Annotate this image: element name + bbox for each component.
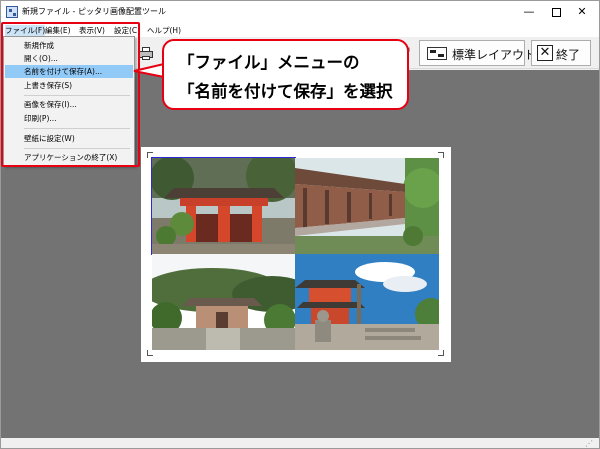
resize-grip-icon[interactable]: ⋰	[585, 439, 593, 448]
hillside-temple-photo[interactable]	[152, 254, 295, 350]
app-window: 新規ファイル - ピッタリ画像配置ツール — ✕ ファイル(F) 編集(E) 表…	[0, 0, 600, 449]
standard-layout-label: 標準レイアウト	[452, 48, 537, 62]
callout-line-2: 「名前を付けて保存」を選択	[178, 82, 393, 101]
menu-help[interactable]: ヘルプ(H)	[147, 25, 181, 36]
exit-label: 終了	[556, 48, 581, 62]
maximize-icon	[551, 7, 561, 17]
printer-icon	[139, 47, 153, 61]
app-icon	[6, 6, 18, 18]
close-icon: ✕	[577, 5, 587, 18]
pagoda-temple-photo[interactable]	[295, 254, 439, 350]
standard-layout-button[interactable]: 標準レイアウト	[419, 40, 536, 66]
exit-icon: ✕	[537, 45, 553, 61]
exit-button[interactable]: ✕ 終了	[531, 40, 591, 66]
layout-icon	[427, 47, 447, 60]
window-title: 新規ファイル - ピッタリ画像配置ツール	[22, 7, 166, 16]
menu-highlight-frame	[1, 22, 140, 167]
crop-mark	[147, 350, 153, 356]
temple-corridor-photo[interactable]	[295, 158, 439, 254]
minimize-icon: —	[523, 5, 535, 18]
callout-line-1: 「ファイル」メニューの	[178, 53, 360, 72]
crop-mark	[438, 350, 444, 356]
callout-box: 「ファイル」メニューの 「名前を付けて保存」を選択	[162, 39, 409, 110]
vermilion-gate-photo[interactable]	[151, 157, 296, 255]
status-bar	[1, 438, 599, 448]
close-button[interactable]: ✕	[562, 1, 600, 23]
title-bar: 新規ファイル - ピッタリ画像配置ツール — ✕	[1, 1, 599, 23]
